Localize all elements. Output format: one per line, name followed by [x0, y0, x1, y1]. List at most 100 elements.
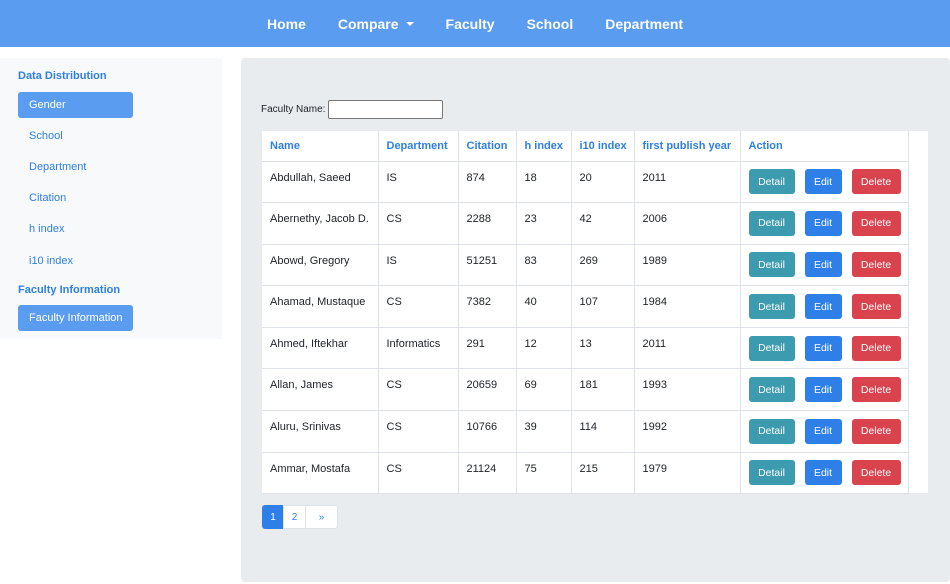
delete-button[interactable]: Delete — [851, 335, 901, 361]
cell-department: IS — [377, 243, 459, 287]
faculty-name-filter: Faculty Name: — [261, 100, 444, 119]
header-citation[interactable]: Citation — [457, 131, 517, 162]
sidebar-item-citation[interactable]: Citation — [29, 192, 66, 204]
cell-first-publish-year: 1993 — [633, 368, 741, 412]
edit-button[interactable]: Edit — [804, 252, 842, 278]
cell-first-publish-year: 1979 — [633, 451, 741, 495]
cell-actions: Detail Edit Delete — [739, 285, 909, 328]
delete-button[interactable]: Delete — [851, 460, 901, 486]
caret-down-icon — [405, 21, 414, 26]
nav-compare-dropdown[interactable]: Compare — [338, 16, 414, 32]
header-h-index[interactable]: h index — [515, 131, 572, 162]
cell-first-publish-year: 1984 — [633, 285, 741, 328]
table-row: Ahmed, Iftekhar Informatics 291 12 13 2011 Det… — [262, 326, 909, 370]
nav-school[interactable]: School — [527, 16, 574, 32]
sidebar-item-h-index[interactable]: h index — [29, 223, 64, 235]
nav-faculty[interactable]: Faculty — [446, 16, 495, 32]
delete-button[interactable]: Delete — [851, 210, 901, 236]
delete-button[interactable]: Delete — [851, 418, 901, 444]
cell-first-publish-year: 2006 — [633, 202, 741, 245]
cell-i10-index: 13 — [570, 326, 635, 370]
nav-department-label: Department — [605, 15, 684, 32]
cell-h-index: 18 — [515, 160, 572, 204]
page-1-button[interactable]: 1 — [262, 505, 284, 529]
cell-actions: Detail Edit Delete — [739, 451, 909, 495]
sidebar-item-i10-index[interactable]: i10 index — [29, 255, 73, 267]
cell-h-index: 23 — [515, 202, 572, 245]
cell-actions: Detail Edit Delete — [739, 202, 909, 245]
cell-citation: 2288 — [457, 202, 517, 245]
cell-h-index: 40 — [515, 285, 572, 328]
table-row: Ammar, Mostafa CS 21124 75 215 1979 Detail Edit… — [262, 451, 909, 495]
header-first-publish-year[interactable]: first publish year — [633, 131, 741, 162]
cell-h-index: 83 — [515, 243, 572, 287]
delete-button[interactable]: Delete — [851, 294, 901, 320]
detail-button[interactable]: Detail — [748, 377, 795, 403]
detail-button[interactable]: Detail — [748, 294, 795, 320]
cell-i10-index: 107 — [570, 285, 635, 328]
cell-actions: Detail Edit Delete — [739, 410, 909, 453]
cell-name: Abowd, Gregory — [262, 243, 379, 287]
cell-citation: 874 — [457, 160, 517, 204]
edit-button[interactable]: Edit — [804, 169, 842, 195]
cell-actions: Detail Edit Delete — [739, 326, 909, 370]
delete-button[interactable]: Delete — [851, 169, 901, 195]
cell-i10-index: 215 — [570, 451, 635, 495]
detail-button[interactable]: Detail — [748, 335, 795, 361]
sidebar-item-faculty-information[interactable]: Faculty Information — [18, 305, 133, 331]
next-page-button[interactable]: » — [305, 505, 338, 529]
sidebar-item-department[interactable]: Department — [29, 161, 86, 173]
row-actions: Detail Edit Delete — [748, 252, 908, 278]
detail-button[interactable]: Detail — [748, 252, 795, 278]
delete-button[interactable]: Delete — [851, 252, 901, 278]
sidebar-item-gender[interactable]: Gender — [18, 92, 133, 118]
cell-h-index: 39 — [515, 410, 572, 453]
table-row: Ahamad, Mustaque CS 7382 40 107 1984 Detail Edi… — [262, 285, 909, 328]
edit-button[interactable]: Edit — [804, 418, 842, 444]
table-row: Abernethy, Jacob D. CS 2288 23 42 2006 Detail E… — [262, 202, 909, 245]
header-i10-index[interactable]: i10 index — [570, 131, 635, 162]
table-row: Aluru, Srinivas CS 10766 39 114 1992 Detail Edi… — [262, 410, 909, 453]
edit-button[interactable]: Edit — [804, 460, 842, 486]
cell-first-publish-year: 2011 — [633, 326, 741, 370]
detail-button[interactable]: Detail — [748, 210, 795, 236]
nav-home-label: Home — [266, 15, 306, 32]
header-name[interactable]: Name — [262, 131, 379, 162]
cell-first-publish-year: 1989 — [633, 243, 741, 287]
detail-button[interactable]: Detail — [748, 169, 795, 195]
nav-school-label: School — [526, 15, 574, 32]
edit-button[interactable]: Edit — [804, 377, 842, 403]
row-actions: Detail Edit Delete — [748, 460, 908, 486]
faculty-name-input[interactable] — [328, 100, 444, 119]
sidebar-heading-data-distribution: Data Distribution — [18, 70, 107, 82]
cell-name: Abdullah, Saeed — [262, 160, 379, 204]
cell-i10-index: 269 — [570, 243, 635, 287]
cell-i10-index: 42 — [570, 202, 635, 245]
cell-citation: 20659 — [457, 368, 517, 412]
cell-citation: 10766 — [457, 410, 517, 453]
table-row: Abowd, Gregory IS 51251 83 269 1989 Detail Edit… — [262, 243, 909, 287]
table-header-row: Name Department Citation h index i10 ind… — [262, 131, 909, 162]
table-body: Abdullah, Saeed IS 874 18 20 2011 Detail Edit De… — [262, 160, 909, 495]
cell-name: Ahamad, Mustaque — [262, 285, 379, 328]
detail-button[interactable]: Detail — [748, 460, 795, 486]
page-2-button[interactable]: 2 — [283, 505, 306, 529]
sidebar-item-school[interactable]: School — [29, 130, 63, 142]
cell-first-publish-year: 1992 — [633, 410, 741, 453]
edit-button[interactable]: Edit — [804, 210, 842, 236]
nav-department[interactable]: Department — [605, 16, 683, 32]
cell-department: CS — [377, 451, 459, 495]
faculty-table: Name Department Citation h index i10 ind… — [262, 131, 909, 495]
row-actions: Detail Edit Delete — [748, 377, 908, 403]
cell-i10-index: 20 — [570, 160, 635, 204]
nav-faculty-label: Faculty — [445, 15, 495, 32]
detail-button[interactable]: Detail — [748, 418, 795, 444]
edit-button[interactable]: Edit — [804, 335, 842, 361]
faculty-table-container: Name Department Citation h index i10 ind… — [262, 131, 928, 495]
edit-button[interactable]: Edit — [804, 294, 842, 320]
header-department[interactable]: Department — [377, 131, 459, 162]
delete-button[interactable]: Delete — [851, 377, 901, 403]
cell-name: Aluru, Srinivas — [262, 410, 379, 453]
sidebar: Data Distribution Gender School Departme… — [0, 58, 222, 339]
nav-home[interactable]: Home — [267, 16, 306, 32]
